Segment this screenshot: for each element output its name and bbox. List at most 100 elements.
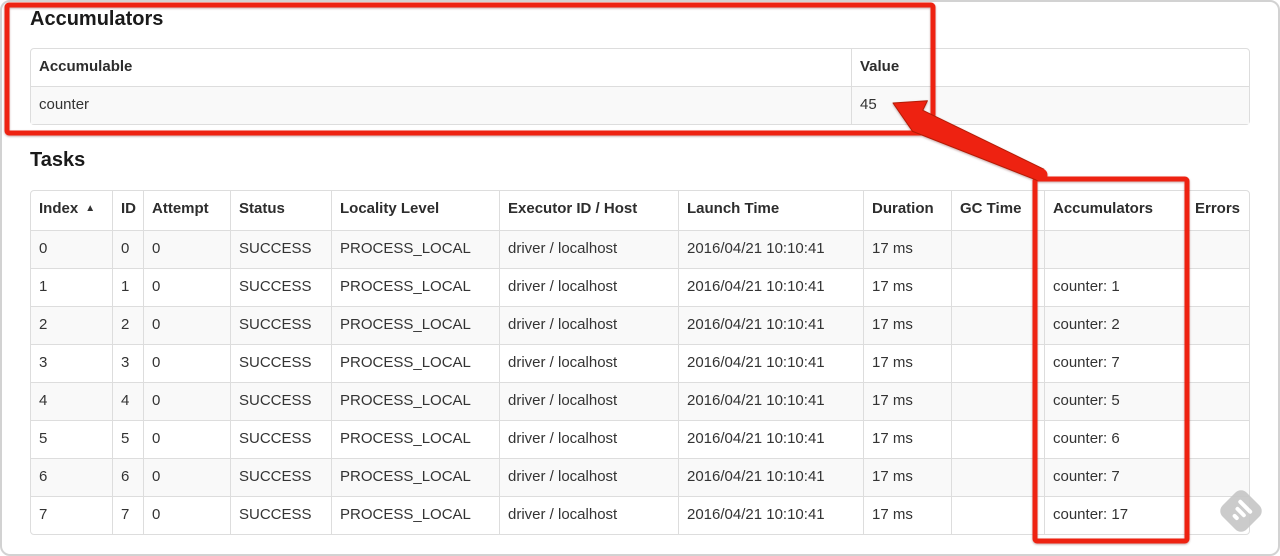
table-cell: 6 (112, 458, 143, 496)
table-cell (951, 344, 1044, 382)
table-cell: PROCESS_LOCAL (331, 344, 499, 382)
col-header-gc-time[interactable]: GC Time (951, 191, 1044, 230)
table-cell: PROCESS_LOCAL (331, 306, 499, 344)
table-cell: 17 ms (863, 382, 951, 420)
table-cell (951, 306, 1044, 344)
table-cell: 0 (143, 268, 230, 306)
sort-ascending-icon: ▲ (85, 203, 96, 214)
table-cell: SUCCESS (230, 382, 331, 420)
col-header-duration[interactable]: Duration (863, 191, 951, 230)
table-cell (951, 230, 1044, 268)
tasks-table: Index ▲ ID Attempt Status Locality Level … (30, 190, 1250, 535)
table-row: 3 3 0 SUCCESS PROCESS_LOCAL driver / localhos… (31, 344, 1249, 382)
col-header-launch-time[interactable]: Launch Time (678, 191, 863, 230)
table-cell: 0 (31, 230, 112, 268)
table-cell: PROCESS_LOCAL (331, 496, 499, 534)
table-cell: 17 ms (863, 458, 951, 496)
table-cell: 2016/04/21 10:10:41 (678, 230, 863, 268)
table-cell: PROCESS_LOCAL (331, 230, 499, 268)
table-cell: driver / localhost (499, 382, 678, 420)
spark-ui-stage-page: Accumulators Accumulable Value counter 4… (0, 0, 1280, 556)
table-cell (951, 382, 1044, 420)
table-cell: SUCCESS (230, 344, 331, 382)
table-cell: driver / localhost (499, 344, 678, 382)
annotation-arrow-tail (1034, 168, 1048, 182)
col-header-accumulable[interactable]: Accumulable (31, 49, 851, 86)
table-cell: 1 (112, 268, 143, 306)
table-cell (951, 420, 1044, 458)
table-cell: 7 (31, 496, 112, 534)
table-cell: 2016/04/21 10:10:41 (678, 420, 863, 458)
table-cell: driver / localhost (499, 268, 678, 306)
table-cell: 17 ms (863, 420, 951, 458)
table-cell: 17 ms (863, 268, 951, 306)
table-cell: counter: 2 (1044, 306, 1186, 344)
table-cell: PROCESS_LOCAL (331, 382, 499, 420)
table-cell: 3 (112, 344, 143, 382)
table-row: 4 4 0 SUCCESS PROCESS_LOCAL driver / localhos… (31, 382, 1249, 420)
table-cell: 0 (143, 496, 230, 534)
table-cell: driver / localhost (499, 420, 678, 458)
table-cell: counter: 1 (1044, 268, 1186, 306)
table-cell: 17 ms (863, 496, 951, 534)
table-cell: 2 (31, 306, 112, 344)
col-header-executor-id-host[interactable]: Executor ID / Host (499, 191, 678, 230)
table-cell (951, 496, 1044, 534)
col-header-id[interactable]: ID (112, 191, 143, 230)
col-header-locality-level[interactable]: Locality Level (331, 191, 499, 230)
table-cell: 45 (851, 86, 1249, 124)
table-cell: SUCCESS (230, 230, 331, 268)
table-cell: 7 (112, 496, 143, 534)
table-row: 1 1 0 SUCCESS PROCESS_LOCAL driver / localhos… (31, 268, 1249, 306)
table-cell: 2016/04/21 10:10:41 (678, 306, 863, 344)
table-cell: 0 (143, 420, 230, 458)
col-header-errors[interactable]: Errors (1186, 191, 1249, 230)
table-cell: 3 (31, 344, 112, 382)
table-cell (1186, 344, 1249, 382)
table-cell: counter: 7 (1044, 458, 1186, 496)
table-cell: 0 (143, 382, 230, 420)
table-cell: 2016/04/21 10:10:41 (678, 344, 863, 382)
table-cell (951, 458, 1044, 496)
table-cell (1186, 382, 1249, 420)
table-cell: counter: 6 (1044, 420, 1186, 458)
table-cell (1186, 268, 1249, 306)
table-cell: PROCESS_LOCAL (331, 268, 499, 306)
table-cell: counter (31, 86, 851, 124)
col-header-status[interactable]: Status (230, 191, 331, 230)
table-cell: 17 ms (863, 344, 951, 382)
table-row: 5 5 0 SUCCESS PROCESS_LOCAL driver / localhos… (31, 420, 1249, 458)
table-row: 2 2 0 SUCCESS PROCESS_LOCAL driver / localhos… (31, 306, 1249, 344)
col-header-attempt[interactable]: Attempt (143, 191, 230, 230)
col-header-index[interactable]: Index ▲ (31, 191, 112, 230)
table-header-row: Accumulable Value (31, 49, 1249, 86)
table-row: 0 0 0 SUCCESS PROCESS_LOCAL driver / localhos… (31, 230, 1249, 268)
table-cell: counter: 7 (1044, 344, 1186, 382)
table-cell: 17 ms (863, 306, 951, 344)
table-cell: SUCCESS (230, 306, 331, 344)
accumulators-table: Accumulable Value counter 45 (30, 48, 1250, 125)
table-cell: counter: 5 (1044, 382, 1186, 420)
tasks-section-title: Tasks (30, 149, 86, 171)
table-cell: SUCCESS (230, 496, 331, 534)
table-cell: PROCESS_LOCAL (331, 458, 499, 496)
table-row: 7 7 0 SUCCESS PROCESS_LOCAL driver / localhos… (31, 496, 1249, 534)
table-cell: PROCESS_LOCAL (331, 420, 499, 458)
table-cell: 0 (143, 230, 230, 268)
table-cell: driver / localhost (499, 458, 678, 496)
table-cell: 2016/04/21 10:10:41 (678, 458, 863, 496)
table-row: 6 6 0 SUCCESS PROCESS_LOCAL driver / localhos… (31, 458, 1249, 496)
table-cell (1186, 420, 1249, 458)
watermark-stripe (1231, 513, 1240, 521)
table-cell: driver / localhost (499, 496, 678, 534)
table-cell: 1 (31, 268, 112, 306)
table-cell: 17 ms (863, 230, 951, 268)
table-cell: driver / localhost (499, 306, 678, 344)
table-cell: 2016/04/21 10:10:41 (678, 268, 863, 306)
col-header-index-label: Index (39, 200, 79, 217)
col-header-accumulators[interactable]: Accumulators (1044, 191, 1186, 230)
table-cell: SUCCESS (230, 420, 331, 458)
table-cell: 5 (31, 420, 112, 458)
col-header-value[interactable]: Value (851, 49, 1249, 86)
table-cell: 0 (112, 230, 143, 268)
